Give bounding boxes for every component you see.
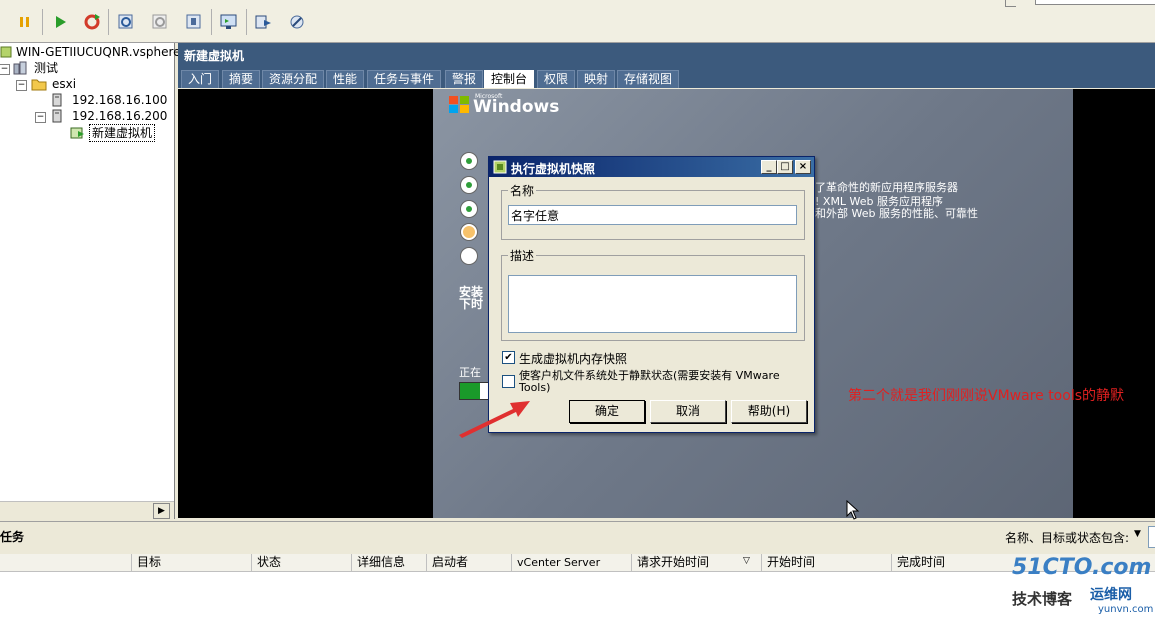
inventory-tree: WIN-GETIIUCUQNR.vsphere.com − 测试 − esxi … <box>0 43 210 519</box>
expander-icon[interactable]: − <box>0 64 10 75</box>
progress-label: 正在 <box>459 366 481 379</box>
vm-icon <box>70 126 86 143</box>
col-details[interactable]: 详细信息 <box>353 554 427 571</box>
revert-snapshot-icon[interactable] <box>147 9 173 35</box>
tasks-panel-header: 任务 名称、目标或状态包含: ▼ <box>0 521 1155 554</box>
vsphere-icon <box>493 160 507 177</box>
datacenter-icon <box>13 61 27 78</box>
tab-4[interactable]: 任务与事件 <box>367 70 442 88</box>
dialog-titlebar[interactable]: 执行虚拟机快照 _ □ × <box>489 157 814 177</box>
memory-snapshot-label: 生成虚拟机内存快照 <box>519 352 628 366</box>
watermark-yunwei: 运维网 <box>1090 587 1132 603</box>
snapshot-dialog: 执行虚拟机快照 _ □ × 名称 名字任意 描述 ✔ 生成虚拟机内存快照 使客户… <box>488 156 815 433</box>
description-textarea[interactable] <box>508 275 797 333</box>
tab-9[interactable]: 存储视图 <box>617 70 680 88</box>
dialog-title: 执行虚拟机快照 <box>511 162 596 176</box>
help-button[interactable]: 帮助(H) <box>731 400 807 423</box>
host-icon <box>52 109 62 126</box>
col-start-time[interactable]: 开始时间 <box>763 554 892 571</box>
tree-node-host2[interactable]: 192.168.16.200 <box>72 108 167 124</box>
tasks-title: 任务 <box>0 530 25 544</box>
watermark-url: yunvn.com <box>1098 604 1154 615</box>
folder-icon <box>31 77 47 94</box>
task-column-header: 名称 目标 状态 详细信息 启动者 vCenter Server 请求开始时间 … <box>0 554 1155 572</box>
mouse-cursor-icon <box>846 500 860 520</box>
watermark-51cto: 51CTO.com <box>1012 555 1152 580</box>
pause-icon[interactable] <box>12 9 38 35</box>
power-on-icon[interactable] <box>47 9 73 35</box>
install-text-2: 下时 <box>459 297 484 311</box>
tab-1[interactable]: 摘要 <box>222 70 261 88</box>
maximize-icon[interactable]: □ <box>777 160 793 174</box>
expander-icon[interactable]: − <box>16 80 27 91</box>
tab-6[interactable]: 控制台 <box>484 70 535 88</box>
name-label: 名称 <box>508 182 537 199</box>
col-vcenter[interactable]: vCenter Server <box>513 554 632 571</box>
toolbar-field-edge <box>1005 0 1016 7</box>
sort-desc-icon: ▽ <box>743 556 750 566</box>
col-completed[interactable]: 完成时间 <box>893 554 1017 571</box>
snapshot-manager-icon[interactable] <box>181 9 207 35</box>
windows-logo-icon <box>447 93 473 118</box>
tree-horizontal-scrollbar[interactable]: ▶ <box>0 501 174 519</box>
watermark-blog: 技术博客 <box>1012 590 1073 608</box>
task-list <box>0 572 1155 626</box>
host-icon <box>52 93 62 110</box>
tree-node-host1[interactable]: 192.168.16.100 <box>72 92 167 108</box>
tab-3[interactable]: 性能 <box>326 70 365 88</box>
console-icon[interactable] <box>216 9 242 35</box>
annotation-text: 第二个就是我们刚刚说VMware tools的静默 <box>848 388 1125 404</box>
guest-line-3: 和外部 Web 服务的性能、可靠性 <box>815 207 978 220</box>
tab-7[interactable]: 权限 <box>537 70 576 88</box>
step-radio-1 <box>461 153 477 169</box>
tab-8[interactable]: 映射 <box>577 70 616 88</box>
brand-text: Windows <box>473 97 560 117</box>
tree-node-cluster[interactable]: esxi <box>52 76 76 92</box>
filter-label: 名称、目标或状态包含: <box>1005 531 1130 545</box>
close-icon[interactable]: × <box>795 160 811 174</box>
reset-icon[interactable] <box>79 9 105 35</box>
edit-settings-icon[interactable] <box>284 9 310 35</box>
tab-0[interactable]: 入门 <box>181 70 220 88</box>
tree-node-vm[interactable]: 新建虚拟机 <box>89 124 156 142</box>
step-radio-5 <box>461 248 477 264</box>
col-initiator[interactable]: 启动者 <box>428 554 512 571</box>
name-value: 名字任意 <box>511 209 560 223</box>
migrate-icon[interactable] <box>250 9 276 35</box>
col-name[interactable]: 名称 <box>0 554 132 571</box>
vcenter-icon <box>0 46 12 61</box>
memory-snapshot-checkbox[interactable]: ✔ <box>502 351 515 364</box>
step-radio-4 <box>461 224 477 240</box>
step-radio-3 <box>461 201 477 217</box>
step-radio-2 <box>461 177 477 193</box>
col-target[interactable]: 目标 <box>133 554 252 571</box>
tree-node-datacenter[interactable]: 测试 <box>34 60 58 76</box>
quiesce-checkbox[interactable] <box>502 375 515 388</box>
quiesce-label: 使客户机文件系统处于静默状态(需要安装有 VMware Tools) <box>519 369 780 394</box>
annotation-arrow <box>459 401 530 438</box>
snapshot-icon[interactable] <box>113 9 139 35</box>
tab-2[interactable]: 资源分配 <box>262 70 325 88</box>
name-input[interactable]: 名字任意 <box>508 205 797 225</box>
ok-button[interactable]: 确定 <box>569 400 645 423</box>
cancel-button[interactable]: 取消 <box>650 400 726 423</box>
minimize-icon[interactable]: _ <box>761 160 777 174</box>
vm-title: 新建虚拟机 <box>184 49 245 63</box>
filter-dropdown-icon[interactable]: ▼ <box>1134 529 1141 539</box>
search-field-edge[interactable] <box>1035 0 1155 5</box>
expander-icon[interactable]: − <box>35 112 46 123</box>
filter-input[interactable] <box>1148 526 1155 548</box>
description-label: 描述 <box>508 247 537 264</box>
scroll-right-icon[interactable]: ▶ <box>153 503 170 519</box>
col-status[interactable]: 状态 <box>253 554 352 571</box>
tab-5[interactable]: 警报 <box>445 70 484 88</box>
toolbar <box>0 0 1155 43</box>
